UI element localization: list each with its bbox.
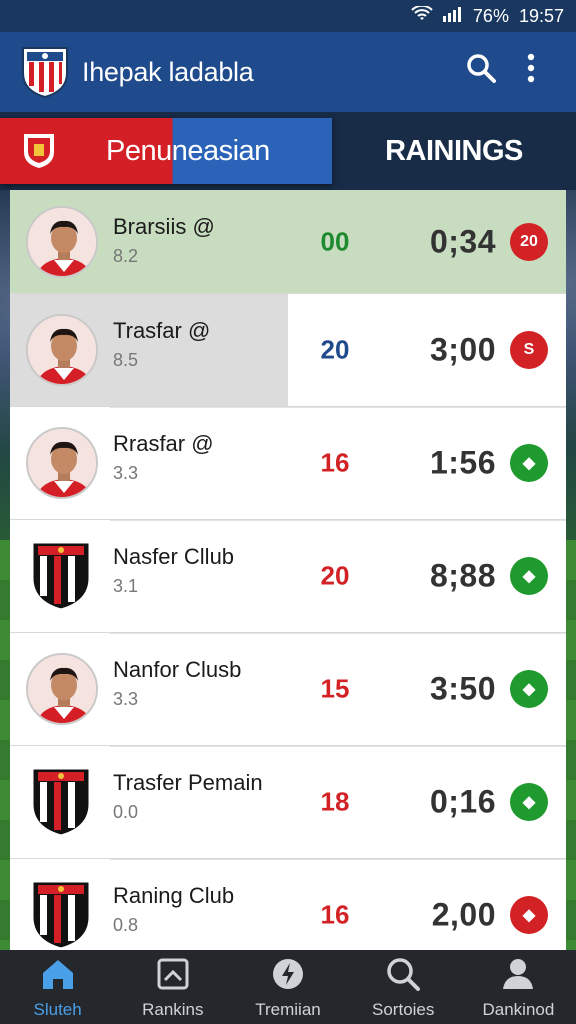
row-name: Trasfar @ — [113, 318, 211, 343]
row-name: Raning Club — [113, 883, 235, 908]
row-divider — [110, 407, 566, 408]
row-points: 20 — [320, 560, 350, 591]
shield-icon — [24, 134, 54, 168]
home-icon — [39, 955, 77, 1000]
row-divider — [110, 633, 566, 634]
row-name: Trasfer Pemain — [113, 770, 263, 795]
row-rating: 8.5 — [113, 350, 139, 370]
nav-item-label: Dankinod — [482, 999, 555, 1019]
nav-item-label: Rankins — [142, 999, 204, 1019]
search-icon — [467, 54, 496, 83]
row-rating: 0.0 — [113, 802, 139, 822]
avatar — [26, 205, 98, 278]
row-name: Nasfer Cllub — [113, 544, 235, 569]
row-name: Rrasfar @ — [113, 431, 214, 456]
row-points: 18 — [320, 786, 350, 817]
bottom-navigation: Sluteh Rankins Tremiian Sortoies Dankinod — [0, 950, 576, 1024]
signal-icon — [442, 6, 463, 27]
ranking-list: Brarsiis @ 8.2 00 0;34 20 Trasfar @ 8.5 20 3;00… — [10, 190, 566, 972]
row-time: 0;34 — [429, 223, 496, 259]
row-points: 00 — [320, 226, 350, 256]
club-crest-icon — [28, 877, 94, 953]
status-badge: ◆ — [510, 444, 548, 482]
row-points: 16 — [320, 899, 350, 930]
app-bar: Ihepak ladabla — [0, 32, 576, 112]
status-bar: 76% 19:57 — [0, 0, 576, 32]
row-time: 3;00 — [429, 331, 496, 368]
nav-item-label: Sluteh — [33, 999, 82, 1019]
nav-item-search[interactable]: Sortoies — [346, 950, 461, 1024]
row-rating: 3.1 — [113, 576, 139, 596]
wifi-icon — [411, 4, 433, 27]
club-logo-icon — [22, 47, 68, 99]
search-icon — [384, 955, 422, 1000]
row-points: 20 — [320, 334, 350, 365]
nav-item-home[interactable]: Sluteh — [0, 950, 115, 1024]
search-button[interactable] — [456, 53, 506, 91]
table-row[interactable]: Trasfar @ 8.5 20 3;00 S — [10, 294, 566, 407]
row-rating: 3.3 — [113, 463, 139, 483]
more-options-button[interactable] — [506, 53, 556, 91]
row-time: 0;16 — [429, 783, 496, 820]
club-crest-icon — [28, 538, 94, 614]
app-title: Ihepak ladabla — [82, 56, 254, 87]
row-time: 2,00 — [431, 896, 496, 933]
clock: 19:57 — [518, 5, 564, 26]
nav-item-bolt[interactable]: Tremiian — [230, 950, 345, 1024]
more-vert-icon — [527, 53, 535, 83]
battery-percentage: 76% — [472, 5, 509, 26]
nav-item-profile[interactable]: Dankinod — [461, 950, 576, 1024]
avatar — [26, 427, 98, 499]
nav-item-label: Sortoies — [372, 999, 435, 1019]
row-rating: 8.2 — [113, 246, 139, 266]
row-name: Nanfor Clusb — [113, 657, 242, 682]
status-badge: ◆ — [510, 557, 548, 595]
nav-item-label: Tremiian — [255, 999, 321, 1019]
row-points: 15 — [320, 673, 350, 704]
tab-rainings[interactable]: RAININGS — [332, 118, 576, 184]
row-time: 1:56 — [429, 444, 496, 481]
nav-item-chart[interactable]: Rankins — [115, 950, 230, 1024]
status-badge: ◆ — [510, 896, 548, 934]
row-divider — [110, 859, 566, 860]
table-row[interactable]: Trasfer Pemain 0.0 18 0;16 ◆ — [10, 746, 566, 859]
table-row[interactable]: Nanfor Clusb 3.3 15 3:50 ◆ — [10, 633, 566, 746]
table-row[interactable]: Rrasfar @ 3.3 16 1:56 ◆ — [10, 407, 566, 520]
chart-icon — [154, 955, 192, 1000]
row-divider — [110, 520, 566, 521]
club-crest-icon — [28, 764, 94, 840]
bolt-icon — [269, 955, 307, 1000]
row-name: Brarsiis @ — [113, 214, 215, 239]
avatar — [26, 314, 98, 386]
tab-bar: Penuneasian RAININGS — [0, 112, 576, 190]
row-points: 16 — [320, 447, 350, 478]
status-badge: 20 — [510, 222, 548, 261]
avatar — [26, 653, 98, 725]
row-time: 3:50 — [429, 670, 496, 707]
table-row[interactable]: Brarsiis @ 8.2 00 0;34 20 — [10, 190, 566, 294]
row-time: 8;88 — [429, 557, 496, 594]
tab-penuneasian[interactable]: Penuneasian — [0, 118, 332, 184]
table-row[interactable]: Nasfer Cllub 3.1 20 8;88 ◆ — [10, 520, 566, 633]
status-badge: ◆ — [510, 783, 548, 821]
profile-icon — [499, 955, 537, 1000]
row-rating: 0.8 — [113, 915, 139, 935]
row-rating: 3.3 — [113, 689, 139, 709]
status-badge: ◆ — [510, 670, 548, 708]
tab-label: Penuneasian — [106, 134, 270, 167]
status-badge: S — [510, 331, 548, 369]
row-divider — [110, 746, 566, 747]
